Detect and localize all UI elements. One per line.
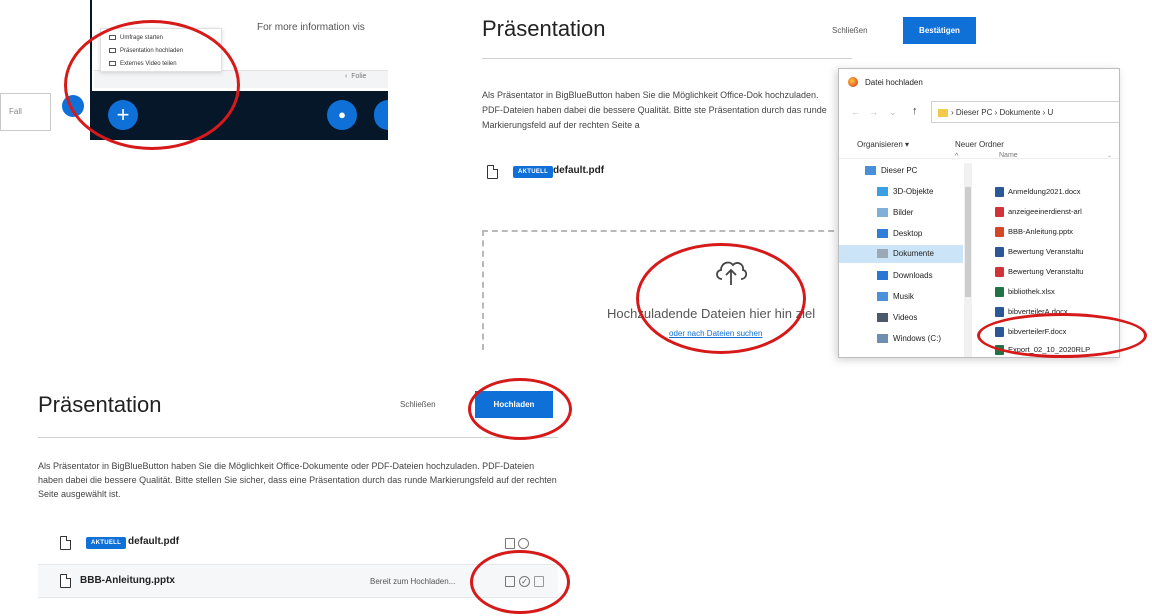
firefox-icon [848, 77, 858, 87]
close-button[interactable]: Schließen [832, 26, 868, 35]
document-icon [60, 536, 71, 550]
documents-icon [877, 249, 888, 259]
document-icon [60, 574, 71, 588]
path-segment[interactable]: Dokumente [999, 108, 1040, 117]
chat-input-field[interactable]: Fall [0, 93, 51, 131]
tree-item-desktop[interactable]: Desktop [877, 229, 922, 239]
column-header-name[interactable]: Name [999, 152, 1018, 159]
new-folder-button[interactable]: Neuer Ordner [955, 140, 1004, 149]
dialog-titlebar: Datei hochladen [839, 69, 1119, 95]
file-item[interactable]: BBB-Anleitung.pptx [995, 227, 1073, 238]
scroll-up-icon[interactable]: ^ [955, 153, 958, 160]
divider [38, 437, 558, 438]
file-row-default: AKTUELL default.pdf [38, 527, 558, 561]
file-item[interactable]: Anmeldung2021.docx [995, 187, 1081, 198]
confirm-button[interactable]: Bestätigen [903, 17, 976, 44]
sort-arrow-icon: ⌃ [1107, 156, 1113, 162]
folder-icon [938, 108, 948, 117]
current-badge: AKTUELL [513, 166, 554, 178]
recent-dropdown-icon[interactable]: ⌄ [889, 107, 897, 118]
tree-item-music[interactable]: Musik [877, 292, 914, 302]
description-text: Als Präsentator in BigBlueButton haben S… [482, 90, 827, 130]
music-icon [877, 292, 888, 302]
tree-item-downloads[interactable]: Downloads [877, 271, 933, 281]
tree-item-documents[interactable]: Dokumente [839, 245, 963, 263]
tree-item-3d-objects[interactable]: 3D-Objekte [877, 187, 933, 197]
annotation-ring-menu [64, 20, 240, 150]
annotation-ring-file [977, 313, 1147, 358]
computer-icon [865, 166, 876, 176]
word-file-icon [995, 307, 1004, 318]
file-name: default.pdf [128, 536, 180, 547]
page-title: Präsentation [482, 16, 606, 41]
annotation-ring-dropzone [636, 243, 806, 354]
forward-arrow-icon[interactable]: → [869, 107, 878, 117]
file-row-default: AKTUELL default.pdf [487, 163, 687, 183]
file-item[interactable]: bibliothek.xlsx [995, 287, 1055, 298]
close-button[interactable]: Schließen [400, 400, 436, 409]
file-item[interactable]: Bewertung Veranstaltu [995, 267, 1083, 278]
excel-file-icon [995, 287, 1004, 298]
file-name: BBB-Anleitung.pptx [80, 575, 175, 586]
set-current-icon[interactable] [518, 538, 529, 549]
description-text: Als Präsentator in BigBlueButton haben S… [38, 461, 557, 499]
slide-toolbar-label: ‹ Folie [345, 73, 367, 80]
tree-item-pictures[interactable]: Bilder [877, 208, 913, 218]
file-item[interactable]: anzeigeeinerdienst-arl [995, 207, 1082, 218]
up-arrow-icon[interactable]: ↑ [912, 105, 918, 117]
drive-icon [877, 334, 888, 344]
back-arrow-icon[interactable]: ← [851, 107, 860, 117]
microphone-icon: ● [338, 107, 346, 122]
file-name: default.pdf [553, 165, 605, 176]
pictures-icon [877, 208, 888, 218]
cube-icon [877, 187, 888, 197]
info-text: For more information vis [257, 22, 365, 33]
page-title: Präsentation [38, 392, 162, 417]
word-file-icon [995, 187, 1004, 198]
tree-item-videos[interactable]: Videos [877, 313, 917, 323]
path-segment[interactable]: U [1047, 108, 1053, 117]
dialog-title: Datei hochladen [865, 78, 923, 87]
tree-item-this-pc[interactable]: Dieser PC [865, 166, 917, 176]
current-badge: AKTUELL [86, 537, 127, 549]
video-icon [877, 313, 888, 323]
pdf-file-icon [995, 267, 1004, 278]
microphone-button[interactable]: ● [327, 100, 357, 130]
upload-status: Bereit zum Hochladen... [370, 577, 456, 586]
powerpoint-file-icon [995, 227, 1004, 238]
dialog-navigation: ← → ⌄ ↑ › Dieser PC › Dokumente › U [839, 95, 1119, 129]
tree-scrollbar-thumb[interactable] [965, 187, 971, 297]
document-icon [487, 165, 498, 179]
file-item[interactable]: Bewertung Veranstaltu [995, 247, 1083, 258]
path-segment[interactable]: Dieser PC [956, 108, 992, 117]
download-toggle-icon[interactable] [505, 538, 515, 549]
divider [482, 58, 852, 59]
dialog-toolbar: Organisieren ▾ Neuer Ordner [839, 129, 1119, 159]
desktop-icon [877, 229, 888, 239]
annotation-ring-current [470, 550, 570, 614]
pdf-file-icon [995, 207, 1004, 218]
address-bar[interactable]: › Dieser PC › Dokumente › U [931, 101, 1119, 123]
word-file-icon [995, 247, 1004, 258]
annotation-ring-upload [468, 378, 572, 440]
organize-button[interactable]: Organisieren ▾ [857, 140, 909, 149]
download-icon [877, 271, 888, 281]
tree-item-windows-c[interactable]: Windows (C:) [877, 334, 941, 344]
